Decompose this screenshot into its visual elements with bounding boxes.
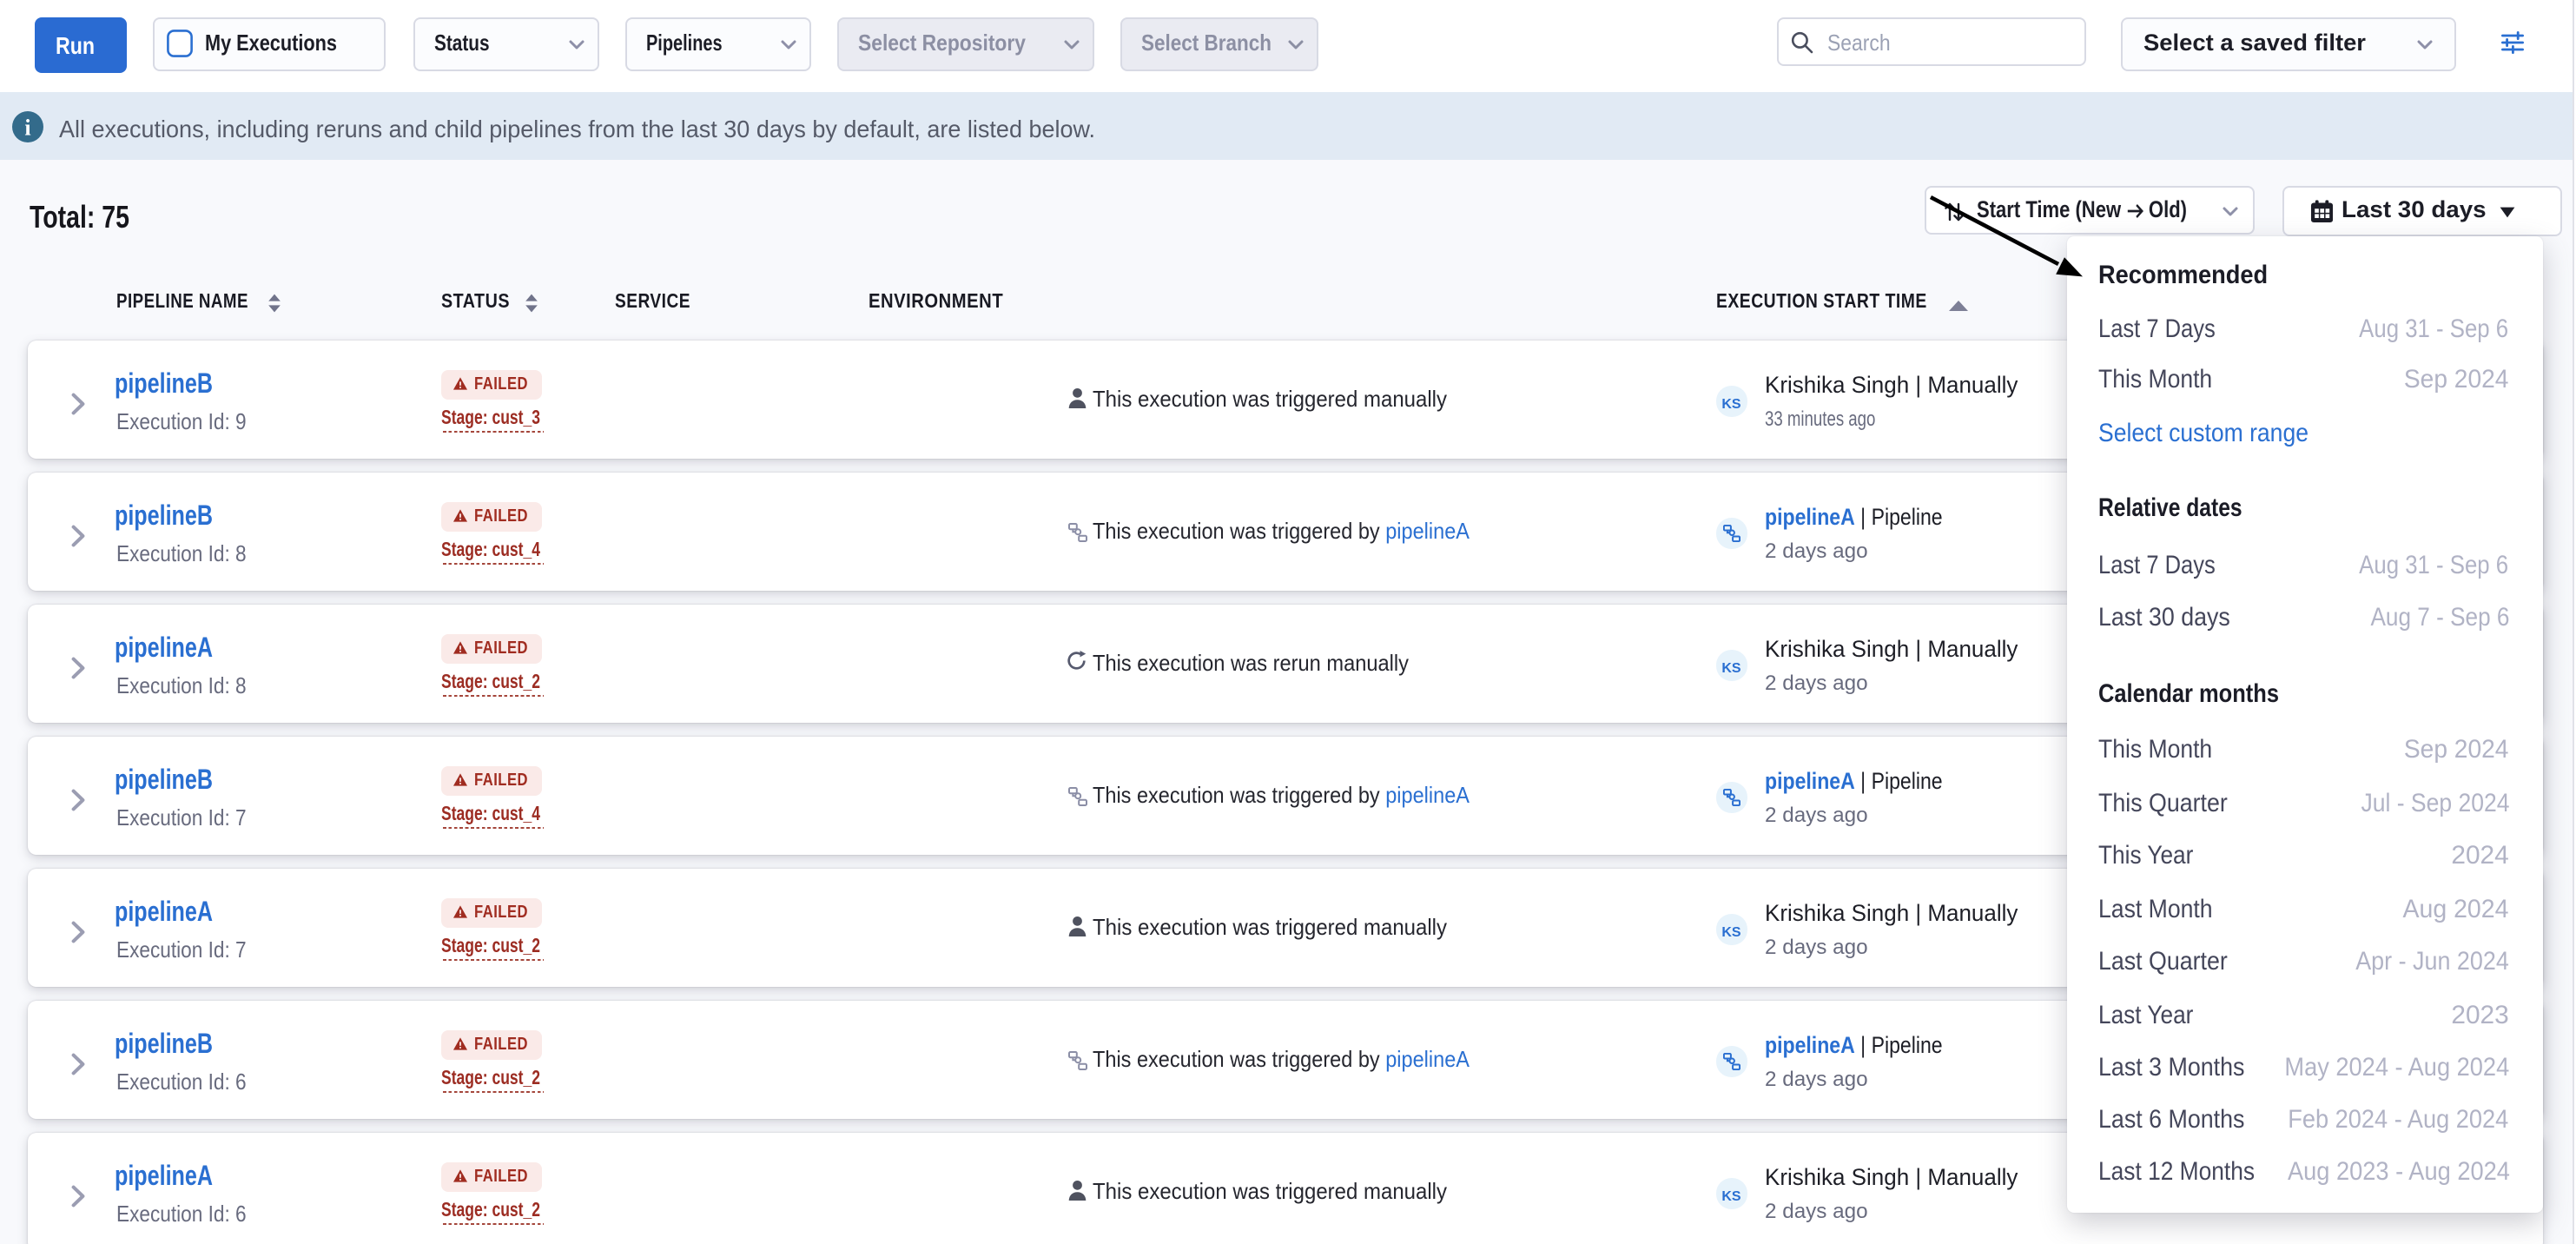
svg-text:i: i	[24, 116, 30, 141]
